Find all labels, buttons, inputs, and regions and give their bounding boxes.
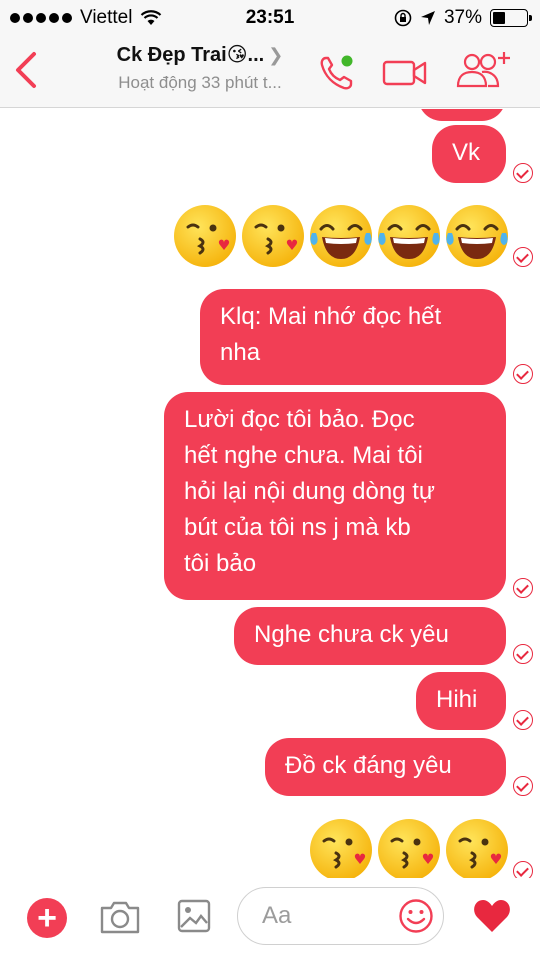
message-text-line: Klq: Mai nhớ đọc hết	[220, 303, 442, 330]
composer-bar: + Aa	[0, 878, 540, 960]
message-bubble[interactable]: Klq: Mai nhớ đọc hết nha	[200, 289, 506, 385]
kiss-emoji	[310, 819, 372, 879]
message-text: Vk	[452, 139, 481, 166]
delivered-check-icon	[513, 776, 533, 796]
tears-of-joy-emoji	[310, 205, 372, 267]
message-list[interactable]: Vk Klq: Mai nhớ đọc hết nha Lười đọc tôi…	[0, 109, 540, 879]
more-actions-plus-icon[interactable]: +	[27, 898, 67, 938]
message-bubble-partial[interactable]	[418, 109, 506, 121]
delivered-check-icon	[513, 247, 533, 267]
contact-name: Ck Đẹp Trai😘...	[116, 44, 265, 66]
kiss-emoji	[174, 205, 236, 267]
message-bubble[interactable]: Lười đọc tôi bảo. Đọc hết nghe chưa. Mai…	[164, 392, 506, 600]
chevron-right-icon: ❯	[268, 45, 284, 65]
battery-icon	[490, 9, 532, 27]
delivered-check-icon	[513, 644, 533, 664]
message-text-line: bút của tôi ns j mà kb	[184, 514, 411, 541]
message-text-line: nha	[220, 339, 261, 366]
active-status: Hoạt động 33 phút t...	[118, 73, 282, 92]
message-bubble[interactable]: Nghe chưa ck yêu	[234, 607, 506, 665]
battery-fill	[493, 12, 505, 24]
battery-percent: 37%	[443, 7, 482, 28]
heart-icon[interactable]	[472, 898, 512, 934]
message-text-line: Lười đọc tôi bảo. Đọc	[184, 406, 415, 433]
kiss-emoji	[446, 819, 508, 879]
message-bubble[interactable]: Hihi	[416, 672, 506, 730]
message-text-line: hỏi lại nội dung dòng tự	[184, 478, 435, 505]
status-bar: Viettel 23:51 37%	[0, 0, 540, 36]
delivered-check-icon	[513, 861, 533, 879]
message-text: Đồ ck đáng yêu	[285, 752, 452, 779]
message-text: Hihi	[436, 686, 478, 713]
back-chevron-icon[interactable]	[10, 48, 44, 92]
kiss-emoji	[242, 205, 304, 267]
message-bubble[interactable]: Vk	[432, 125, 506, 183]
photo-gallery-icon[interactable]	[176, 898, 212, 934]
message-text: Nghe chưa ck yêu	[254, 621, 449, 648]
tears-of-joy-emoji	[378, 205, 440, 267]
video-call-icon[interactable]	[382, 58, 428, 88]
rotation-lock-icon	[394, 9, 412, 27]
message-text-line: tôi bảo	[184, 550, 257, 577]
delivered-check-icon	[513, 163, 533, 183]
message-input-placeholder: Aa	[262, 902, 292, 929]
emoji-picker-icon[interactable]	[398, 898, 434, 934]
message-input[interactable]: Aa	[237, 887, 444, 945]
delivered-check-icon	[513, 710, 533, 730]
delivered-check-icon	[513, 578, 533, 598]
add-people-icon[interactable]	[452, 48, 514, 90]
tears-of-joy-emoji	[446, 205, 508, 267]
voice-call-icon[interactable]	[316, 52, 358, 94]
kiss-emoji	[378, 819, 440, 879]
camera-icon[interactable]	[98, 898, 142, 936]
message-text-line: hết nghe chưa. Mai tôi	[184, 442, 423, 469]
conversation-title-area[interactable]: Ck Đẹp Trai😘... ❯ Hoạt động 33 phút t...	[100, 42, 300, 93]
location-arrow-icon	[420, 11, 435, 25]
delivered-check-icon	[513, 364, 533, 384]
conversation-header: Ck Đẹp Trai😘... ❯ Hoạt động 33 phút t...	[0, 36, 540, 108]
message-bubble[interactable]: Đồ ck đáng yêu	[265, 738, 506, 796]
